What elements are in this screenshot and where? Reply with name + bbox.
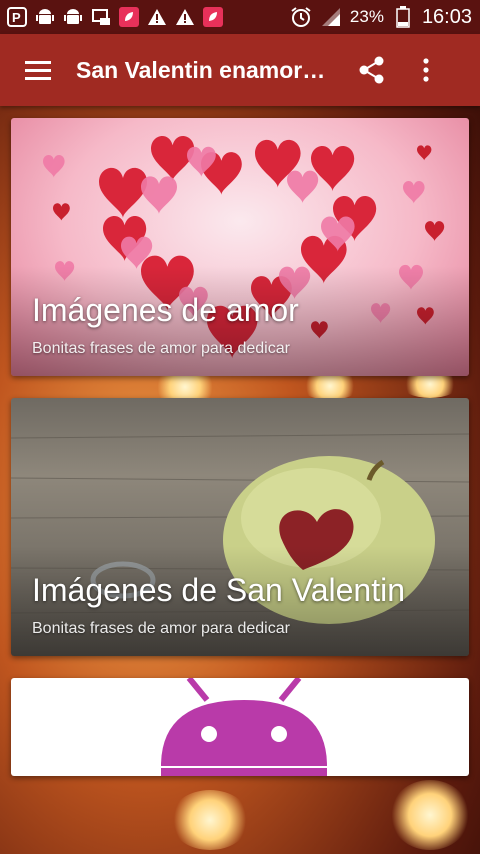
photo-mail-icon	[90, 6, 112, 28]
status-bar: P 23% 16:03	[0, 0, 480, 34]
candle-glow	[170, 790, 250, 850]
android-icon	[34, 6, 56, 28]
warning-icon	[174, 6, 196, 28]
card-imagenes-de-san-valentin[interactable]: Imágenes de San Valentin Bonitas frases …	[11, 398, 469, 656]
share-icon	[359, 56, 384, 84]
card-subtitle: Bonitas frases de amor para dedicar	[32, 340, 290, 357]
android-robot-icon	[161, 678, 327, 776]
android-icon	[62, 6, 84, 28]
card-imagenes-de-amor[interactable]: Imágenes de amor Bonitas frases de amor …	[11, 118, 469, 376]
warning-icon	[146, 6, 168, 28]
overflow-menu-icon	[423, 58, 429, 82]
page-title: San Valentin enamorados	[76, 56, 338, 83]
card-title: Imágenes de San Valentin	[32, 572, 405, 608]
candle-glow	[300, 372, 360, 400]
p-app-icon: P	[6, 6, 28, 28]
clock: 16:03	[421, 5, 472, 28]
card-android-app[interactable]	[11, 678, 469, 776]
leaf-app-icon	[118, 6, 140, 28]
battery-icon	[392, 6, 414, 28]
card-title: Imágenes de amor	[32, 292, 299, 328]
leaf-app-icon	[202, 6, 224, 28]
card-subtitle: Bonitas frases de amor para dedicar	[32, 620, 290, 637]
battery-percent: 23%	[349, 7, 384, 26]
overflow-menu-button[interactable]	[402, 34, 450, 106]
signal-icon	[320, 6, 342, 28]
share-button[interactable]	[348, 34, 396, 106]
app-bar: San Valentin enamorados	[0, 34, 480, 106]
hamburger-menu-icon	[25, 61, 51, 80]
svg-text:P: P	[12, 10, 21, 25]
candle-glow	[390, 780, 470, 850]
hamburger-menu-button[interactable]	[0, 34, 76, 106]
alarm-icon	[290, 6, 312, 28]
